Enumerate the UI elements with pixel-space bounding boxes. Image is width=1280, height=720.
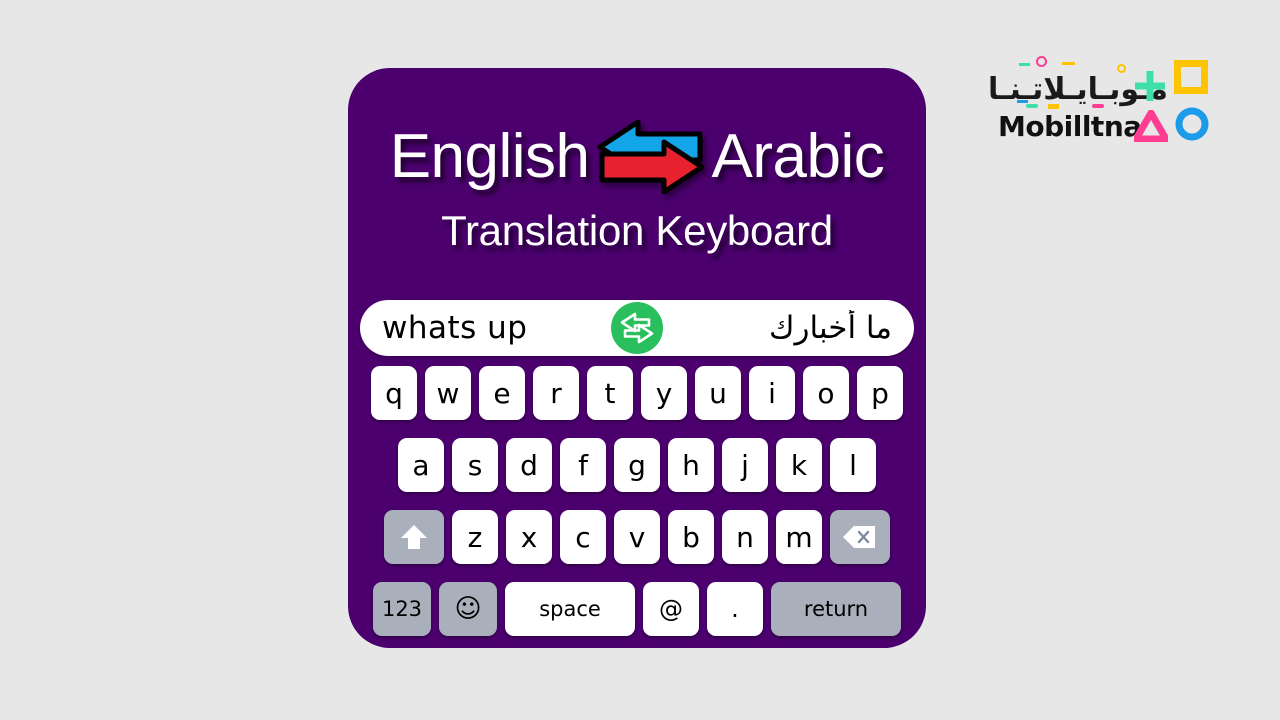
brand-logo: مـوبـايـلاتـنـا Mobilltna: [982, 56, 1210, 150]
key-s[interactable]: s: [452, 438, 498, 492]
deco-plus-icon: [1135, 71, 1165, 101]
virtual-keyboard: q w e r t y u i o p a s d f g h j k l z …: [348, 366, 926, 636]
emoji-key[interactable]: ☺: [439, 582, 497, 636]
source-text-field[interactable]: whats up: [360, 310, 611, 346]
brand-latin-name: Mobilltna: [998, 110, 1142, 143]
key-k[interactable]: k: [776, 438, 822, 492]
key-x[interactable]: x: [506, 510, 552, 564]
deco-bar-yellow-icon: [1048, 104, 1059, 109]
title-language-row: English Arabic: [348, 120, 926, 194]
swap-languages-button[interactable]: [611, 302, 663, 354]
shift-arrow-icon: [401, 525, 427, 549]
keyboard-row-3: z x c v b n m: [348, 510, 926, 564]
key-d[interactable]: d: [506, 438, 552, 492]
deco-dash-blue-icon: [1017, 100, 1028, 103]
key-p[interactable]: p: [857, 366, 903, 420]
key-u[interactable]: u: [695, 366, 741, 420]
key-e[interactable]: e: [479, 366, 525, 420]
swap-arrows-icon: [597, 120, 705, 194]
title-subtitle: Translation Keyboard: [441, 207, 833, 254]
space-key[interactable]: space: [505, 582, 635, 636]
title-block: English Arabic Translation Keyboard: [348, 120, 926, 252]
deco-bar-teal-icon: [1026, 104, 1038, 108]
key-l[interactable]: l: [830, 438, 876, 492]
title-source-language: English: [389, 122, 590, 191]
key-j[interactable]: j: [722, 438, 768, 492]
key-g[interactable]: g: [614, 438, 660, 492]
deco-square-icon: [1174, 60, 1208, 94]
at-key[interactable]: @: [643, 582, 699, 636]
key-v[interactable]: v: [614, 510, 660, 564]
key-h[interactable]: h: [668, 438, 714, 492]
return-key[interactable]: return: [771, 582, 901, 636]
key-t[interactable]: t: [587, 366, 633, 420]
key-m[interactable]: m: [776, 510, 822, 564]
keyboard-row-1: q w e r t y u i o p: [348, 366, 926, 420]
key-c[interactable]: c: [560, 510, 606, 564]
title-target-language: Arabic: [711, 122, 885, 191]
backspace-icon: [843, 526, 875, 548]
key-b[interactable]: b: [668, 510, 714, 564]
period-key[interactable]: .: [707, 582, 763, 636]
key-a[interactable]: a: [398, 438, 444, 492]
backspace-key[interactable]: [830, 510, 890, 564]
deco-bar-pink-icon: [1092, 104, 1104, 108]
keyboard-row-2: a s d f g h j k l: [348, 438, 926, 492]
keyboard-row-bottom: 123 ☺ space @ . return: [348, 582, 926, 636]
translation-bar: whats up ما أخبارك: [360, 300, 914, 356]
key-z[interactable]: z: [452, 510, 498, 564]
deco-ring-yellow-icon: [1117, 64, 1126, 73]
deco-circle-icon: [1175, 107, 1209, 141]
key-o[interactable]: o: [803, 366, 849, 420]
key-w[interactable]: w: [425, 366, 471, 420]
swap-horizontal-icon: [620, 312, 654, 344]
shift-key[interactable]: [384, 510, 444, 564]
deco-dash-yellow-icon: [1062, 62, 1075, 65]
numbers-key[interactable]: 123: [373, 582, 431, 636]
key-f[interactable]: f: [560, 438, 606, 492]
promo-card: English Arabic Translation Keyboard what…: [348, 68, 926, 648]
key-y[interactable]: y: [641, 366, 687, 420]
key-r[interactable]: r: [533, 366, 579, 420]
key-n[interactable]: n: [722, 510, 768, 564]
key-q[interactable]: q: [371, 366, 417, 420]
key-i[interactable]: i: [749, 366, 795, 420]
deco-ring-pink-icon: [1036, 56, 1047, 67]
deco-triangle-icon: [1134, 110, 1168, 142]
deco-dash-teal-icon: [1019, 63, 1030, 66]
translated-text-field[interactable]: ما أخبارك: [663, 310, 914, 346]
